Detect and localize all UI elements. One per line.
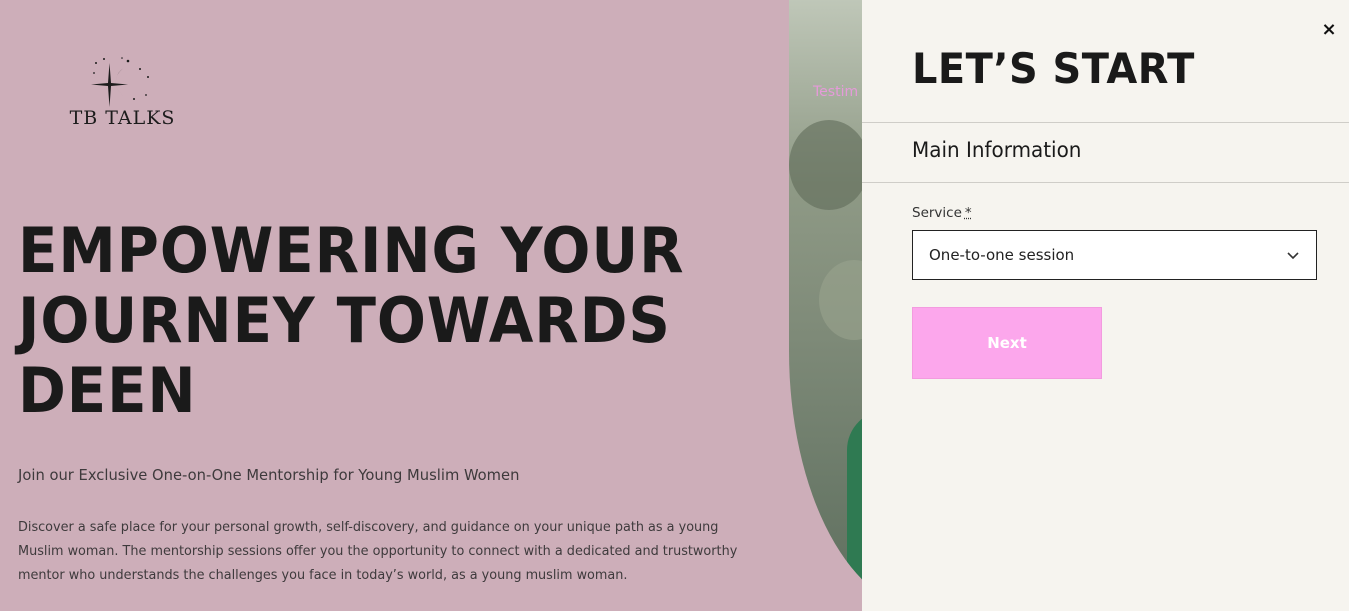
brand-name: TB TALKS (69, 107, 176, 129)
close-icon[interactable]: × (1319, 20, 1339, 40)
moon-stars-icon (91, 57, 149, 107)
divider (862, 182, 1349, 183)
photo-foliage (819, 260, 862, 340)
hero-headline: EMPOWERING YOUR JOURNEY TOWARDS DEEN (18, 216, 706, 426)
required-mark: * (964, 205, 972, 221)
next-button[interactable]: Next (912, 307, 1102, 379)
service-label: Service * (912, 205, 972, 221)
photo-green-jacket (847, 410, 862, 611)
service-select[interactable]: One-to-one session (912, 230, 1317, 280)
chevron-down-icon (1287, 252, 1299, 260)
hero-subtitle: Join our Exclusive One-on-One Mentorship… (18, 466, 520, 484)
section-title: Main Information (912, 138, 1082, 162)
headline-line: EMPOWERING YOUR (18, 214, 685, 287)
hero-section: TB TALKS EMPOWERING YOUR JOURNEY TOWARDS… (0, 0, 862, 611)
divider (862, 122, 1349, 123)
headline-line: JOURNEY TOWARDS (18, 284, 671, 357)
brand-logo[interactable]: TB TALKS (60, 55, 185, 130)
booking-panel: × LET’S START Main Information Service * … (862, 0, 1349, 611)
service-selected-value: One-to-one session (929, 246, 1075, 264)
panel-title: LET’S START (912, 44, 1195, 93)
headline-line: DEEN (18, 354, 197, 427)
service-label-text: Service (912, 205, 962, 221)
photo-foliage (789, 120, 862, 210)
nav-link-testimonials[interactable]: Testim (813, 84, 858, 100)
hero-description: Discover a safe place for your personal … (18, 519, 738, 583)
